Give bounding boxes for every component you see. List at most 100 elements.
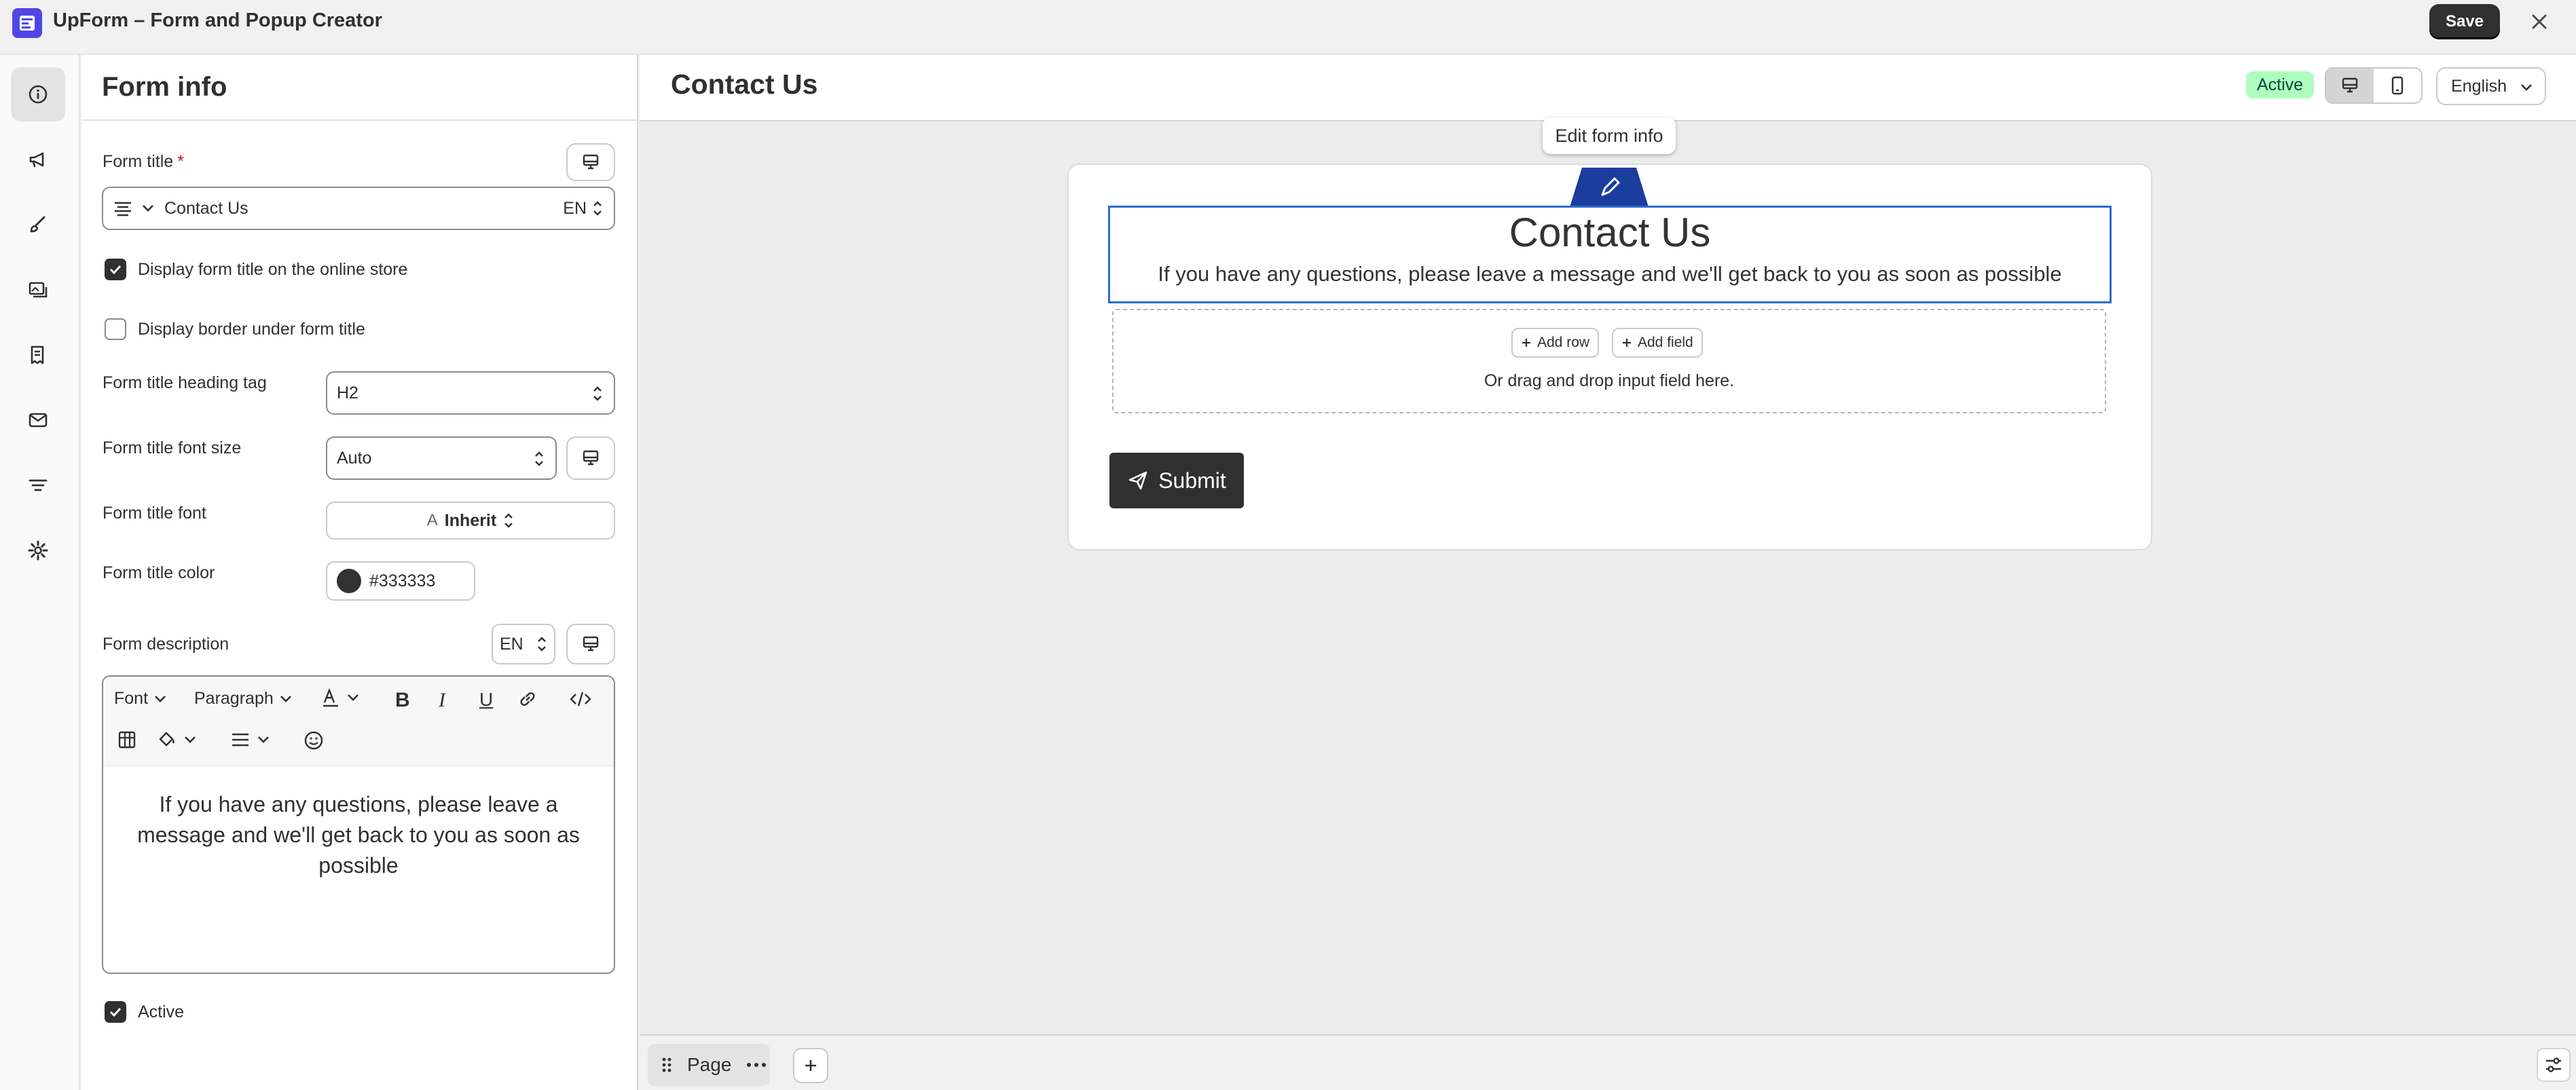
chevron-down-icon: [155, 695, 166, 702]
gallery-icon: [29, 282, 48, 298]
app-logo-icon: [12, 8, 42, 38]
edit-form-tooltip: Edit form info: [1543, 117, 1676, 154]
add-page-button[interactable]: [793, 1048, 828, 1083]
heading-tag-value: H2: [337, 383, 358, 402]
link-icon[interactable]: [517, 689, 538, 709]
description-editor[interactable]: Font Paragraph B I U If you have any que…: [102, 675, 615, 974]
sidebar-item-filters[interactable]: [11, 458, 65, 512]
edit-form-info-button[interactable]: [1570, 168, 1649, 207]
description-label: Form description: [103, 635, 229, 654]
device-toggle: [2325, 67, 2423, 104]
align-icon[interactable]: [113, 200, 133, 217]
checkmark-icon: [109, 265, 122, 275]
chevron-down-icon: [348, 694, 358, 701]
description-language-select[interactable]: EN: [492, 624, 555, 664]
close-icon[interactable]: [2523, 5, 2556, 38]
preview-header: Contact Us Active English: [640, 55, 2576, 121]
mobile-icon: [2391, 76, 2404, 95]
info-icon: [29, 85, 48, 104]
page-tab-label: Page: [687, 1054, 732, 1075]
font-glyph-icon: A: [426, 511, 438, 529]
paragraph-dropdown[interactable]: Paragraph: [194, 689, 293, 709]
fill-color-dropdown[interactable]: [156, 730, 197, 750]
underline-icon[interactable]: U: [479, 689, 493, 711]
plus-icon: [805, 1060, 816, 1071]
submit-button[interactable]: Submit: [1109, 453, 1244, 508]
form-title-field[interactable]: Contact Us EN: [102, 187, 615, 230]
filter-icon: [29, 479, 48, 491]
updown-icon: [592, 199, 603, 218]
updown-icon: [592, 384, 603, 403]
heading-tag-select[interactable]: H2: [326, 371, 615, 415]
font-dropdown[interactable]: Font: [114, 689, 167, 709]
heading-tag-label: Form title heading tag: [103, 373, 267, 392]
color-picker[interactable]: #333333: [326, 561, 475, 601]
code-icon[interactable]: [569, 689, 592, 709]
desktop-icon: [583, 154, 599, 170]
desktop-toggle-button[interactable]: [566, 143, 615, 181]
adjustments-button[interactable]: [2537, 1048, 2571, 1082]
display-border-checkbox[interactable]: [105, 318, 126, 340]
font-value: Inherit: [444, 510, 497, 530]
plus-icon: [1522, 339, 1530, 347]
status-badge: Active: [2246, 71, 2315, 98]
text-color-dropdown[interactable]: [320, 688, 360, 708]
save-button[interactable]: Save: [2429, 4, 2500, 39]
form-title-label: Form title *: [103, 152, 184, 171]
font-size-select[interactable]: Auto: [326, 436, 557, 480]
send-icon: [1128, 471, 1147, 490]
active-checkbox[interactable]: [105, 1001, 126, 1023]
chevron-down-icon[interactable]: [141, 204, 155, 213]
more-icon[interactable]: [746, 1061, 767, 1068]
desktop-icon: [583, 636, 599, 652]
add-field-label: Add field: [1638, 335, 1693, 350]
sidebar-item-settings[interactable]: [11, 523, 65, 578]
table-icon[interactable]: [117, 730, 137, 750]
desktop-toggle-button[interactable]: [566, 624, 615, 664]
emoji-icon[interactable]: [303, 730, 325, 751]
sidebar-item-submissions[interactable]: [11, 328, 65, 382]
italic-icon[interactable]: I: [439, 689, 445, 712]
active-label: Active: [138, 1002, 185, 1021]
desktop-view-button[interactable]: [2326, 69, 2374, 102]
form-title-input[interactable]: Contact Us: [164, 199, 563, 219]
font-select[interactable]: A Inherit: [326, 502, 615, 540]
language-select[interactable]: English: [2436, 67, 2546, 105]
add-field-button[interactable]: Add field: [1612, 328, 1703, 358]
desktop-icon: [583, 450, 599, 466]
sidebar-item-popup[interactable]: [11, 132, 65, 187]
editor-content[interactable]: If you have any questions, please leave …: [103, 766, 614, 904]
text-color-icon: [323, 688, 338, 707]
font-dropdown-label: Font: [114, 689, 149, 708]
field-dropzone[interactable]: Add row Add field Or drag and drop input…: [1112, 309, 2106, 413]
desktop-toggle-button[interactable]: [566, 436, 615, 480]
paint-bucket-icon: [159, 732, 174, 747]
panel-header: Form info: [81, 55, 637, 121]
sidebar-item-email[interactable]: [11, 393, 65, 447]
sliders-icon: [2546, 1057, 2561, 1072]
app-topbar: UpForm – Form and Popup Creator Save: [0, 0, 2576, 55]
chevron-down-icon: [258, 736, 269, 743]
required-mark: *: [177, 152, 184, 171]
add-row-button[interactable]: Add row: [1511, 328, 1600, 358]
language-code[interactable]: EN: [563, 199, 587, 219]
form-header-block[interactable]: Contact Us If you have any questions, pl…: [1108, 206, 2112, 303]
color-swatch: [337, 569, 361, 593]
add-row-label: Add row: [1537, 335, 1590, 350]
drag-handle-icon[interactable]: [661, 1056, 672, 1074]
display-title-label: Display form title on the online store: [138, 260, 408, 279]
updown-icon: [503, 511, 514, 530]
preview-canvas: Edit form info Contact Us If you have an…: [640, 117, 2576, 1034]
display-title-checkbox[interactable]: [105, 259, 126, 280]
sidebar-item-form-info[interactable]: [11, 67, 65, 121]
submit-label: Submit: [1158, 468, 1226, 493]
sidebar-item-gallery[interactable]: [11, 263, 65, 317]
plus-icon: [1623, 339, 1631, 347]
chevron-down-icon: [280, 695, 291, 702]
bold-icon[interactable]: B: [395, 689, 410, 712]
align-dropdown[interactable]: [229, 730, 270, 750]
page-tab[interactable]: Page: [648, 1044, 770, 1086]
language-code: EN: [500, 634, 523, 654]
mobile-view-button[interactable]: [2374, 69, 2421, 102]
sidebar-item-design[interactable]: [11, 198, 65, 252]
